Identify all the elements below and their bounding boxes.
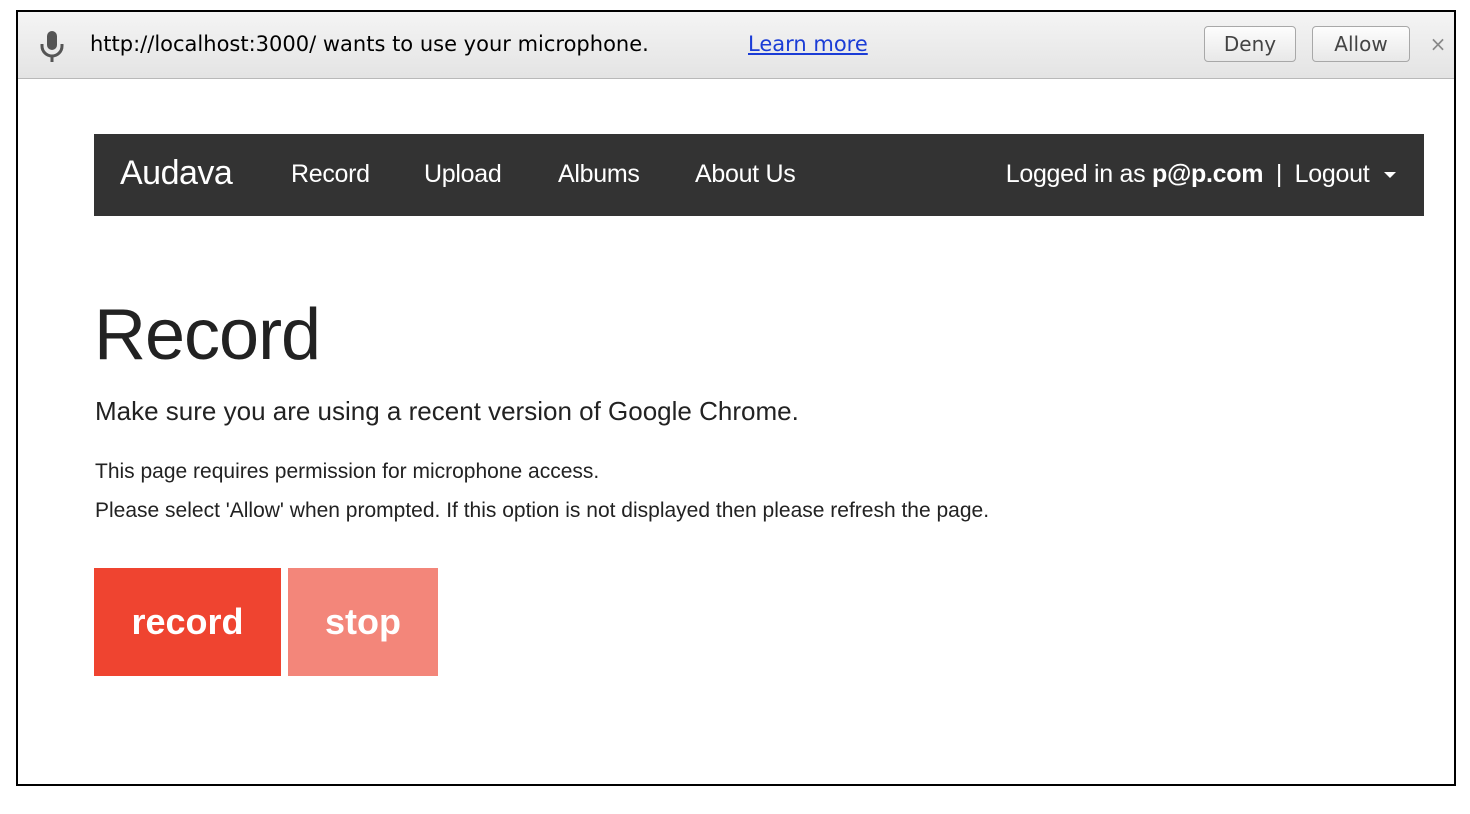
deny-button[interactable]: Deny [1204,26,1296,62]
brand-logo[interactable]: Audava [120,154,233,193]
permission-infobar: http://localhost:3000/ wants to use your… [18,12,1454,79]
allow-button[interactable]: Allow [1312,26,1410,62]
top-navbar: Audava Record Upload Albums About Us Log… [94,134,1424,216]
caret-down-icon [1384,172,1396,179]
learn-more-link[interactable]: Learn more [748,32,868,56]
logged-in-label: Logged in as [1005,160,1146,188]
page-title: Record [94,295,321,375]
browser-window: http://localhost:3000/ wants to use your… [16,10,1456,786]
stop-button[interactable]: stop [288,568,438,676]
microphone-icon [38,30,66,64]
nav-item-albums[interactable]: Albums [558,160,640,189]
user-menu: Logged in as p@p.com | Logout [1006,160,1396,189]
record-button[interactable]: record [94,568,281,676]
nav-item-upload[interactable]: Upload [424,160,502,189]
permission-instructions: Please select 'Allow' when prompted. If … [95,499,990,522]
browser-requirement-text: Make sure you are using a recent version… [95,396,799,426]
permission-message: http://localhost:3000/ wants to use your… [90,32,649,56]
nav-item-about-us[interactable]: About Us [695,160,796,189]
logout-label: Logout [1294,160,1370,188]
logout-dropdown[interactable]: Logout [1295,160,1396,188]
nav-item-record[interactable]: Record [291,160,370,189]
nav-separator: | [1275,160,1283,188]
user-email: p@p.com [1151,160,1264,188]
close-icon[interactable]: × [1426,30,1450,58]
permission-note: This page requires permission for microp… [95,460,600,483]
